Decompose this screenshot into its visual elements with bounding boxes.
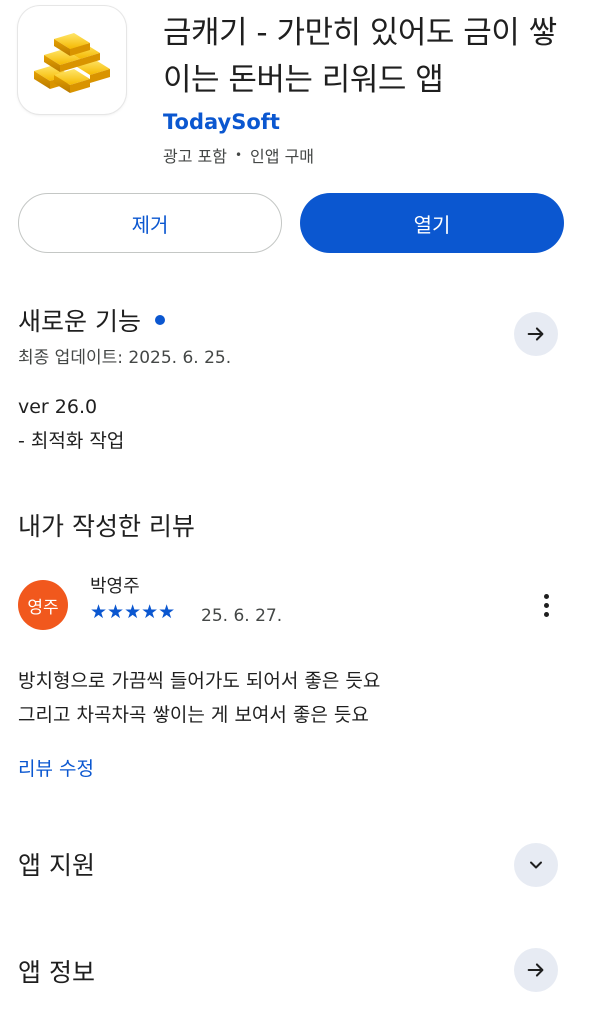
app-details-page: 금캐기 - 가만히 있어도 금이 쌓이는 돈버는 리워드 앱 TodaySoft… [0,0,600,1018]
developer-link[interactable]: TodaySoft [163,110,280,134]
reviewer-name: 박영주 [90,576,140,597]
app-meta: 광고 포함 • 인앱 구매 [163,143,314,167]
arrow-right-icon [527,963,544,977]
version-text: ver 26.0 [18,396,98,418]
meta-separator: • [234,148,243,162]
app-title: 금캐기 - 가만히 있어도 금이 쌓이는 돈버는 리워드 앱 [163,15,557,98]
avatar: 영주 [18,580,68,630]
whats-new-title: 새로운 기능 [18,302,165,338]
new-indicator-dot [154,315,165,325]
app-icon [18,6,126,114]
release-notes: - 최적화 작업 [18,430,125,452]
review-text-line: 방치형으로 가끔씩 들어가도 되어서 좋은 듯요 [18,670,381,692]
app-info-title[interactable]: 앱 정보 [18,953,95,989]
gold-bars-icon [34,33,110,93]
app-info-label: 앱 정보 [18,958,95,987]
app-support-expand-button[interactable] [514,843,558,887]
app-info-arrow-button[interactable] [514,948,558,992]
uninstall-button[interactable]: 제거 [18,193,282,253]
app-support-title[interactable]: 앱 지원 [18,846,95,882]
edit-review-link[interactable]: 리뷰 수정 [18,754,94,781]
star-rating: ★★★★★ [90,601,176,623]
app-support-label: 앱 지원 [18,851,95,880]
more-options-button[interactable] [530,588,562,622]
review-text: 방치형으로 가끔씩 들어가도 되어서 좋은 듯요 그리고 차곡차곡 쌓이는 게 … [18,664,380,732]
whats-new-arrow-button[interactable] [514,312,558,356]
last-updated: 최종 업데이트: 2025. 6. 25. [18,348,232,368]
in-app-purchases-label: 인앱 구매 [250,147,315,166]
arrow-right-icon [527,327,544,341]
more-vert-icon [543,593,549,599]
contains-ads-label: 광고 포함 [163,147,227,166]
review-text-line: 그리고 차곡차곡 쌓이는 게 보여서 좋은 듯요 [18,704,369,726]
whats-new-label: 새로운 기능 [18,307,141,336]
chevron-down-icon [530,861,542,869]
my-review-label: 내가 작성한 리뷰 [18,512,195,541]
review-date: 25. 6. 27. [201,606,283,626]
my-review-title: 내가 작성한 리뷰 [18,507,195,543]
open-button[interactable]: 열기 [300,193,564,253]
